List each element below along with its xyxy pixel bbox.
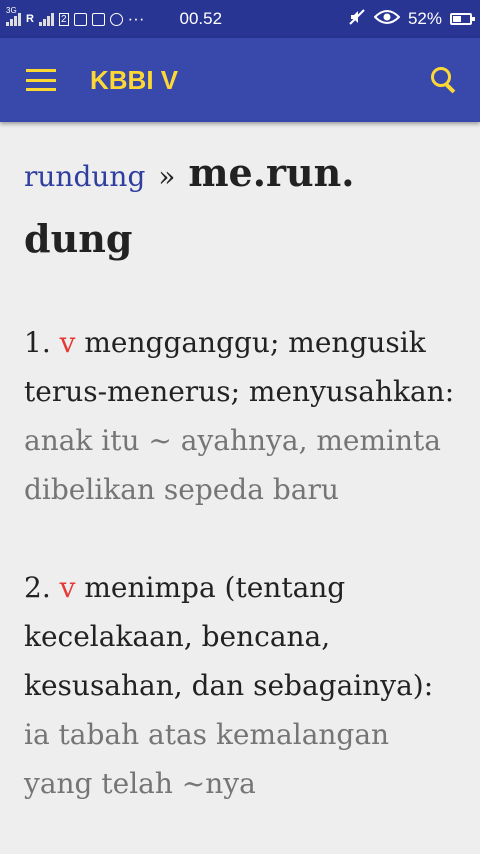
more-notifications-icon: ··· (127, 9, 145, 28)
definition-item: 2. v menimpa (tentang kecelakaan, bencan… (24, 563, 456, 808)
definition-text: mengganggu; mengusik terus-menerus; meny… (24, 326, 455, 408)
mute-icon (348, 8, 366, 31)
entry-heading: rundung » me.run.​dung (24, 142, 456, 274)
sim2-label: 2 (58, 12, 69, 26)
signal-2-icon (38, 12, 54, 26)
image-icon (91, 12, 105, 26)
network-type-label: 3G (6, 6, 17, 15)
app-title: KBBI V (90, 64, 179, 95)
entry-content: rundung » me.run.​dung 1. v mengganggu; … (0, 122, 480, 808)
definition-number: 2. (24, 571, 51, 604)
definition-text: menimpa (tentang kecelakaan, bencana, ke… (24, 571, 434, 702)
battery-icon (450, 13, 475, 25)
battery-percent: 52% (407, 9, 442, 28)
root-word-link[interactable]: rundung (24, 160, 145, 193)
notification-icon (73, 12, 87, 26)
definition-number: 1. (24, 326, 51, 359)
account-icon (109, 12, 123, 26)
part-of-speech[interactable]: v (60, 326, 76, 359)
roaming-label: R (26, 13, 34, 25)
clock: 00.52 (179, 9, 223, 28)
eye-icon (373, 9, 401, 30)
definition-example: ia tabah atas kemalangan yang telah ~nya (24, 718, 390, 800)
status-right: 52% (348, 8, 475, 31)
separator: » (158, 160, 176, 193)
definition-example: anak itu ~ ayahnya, meminta dibelikan se… (24, 424, 441, 506)
signal-icon: 3G (6, 6, 21, 26)
status-bar: 3G R 2 ··· 00.52 52% (0, 0, 480, 38)
part-of-speech[interactable]: v (60, 571, 76, 604)
status-left: 3G R 2 ··· 00.52 (6, 6, 223, 29)
menu-icon[interactable] (26, 69, 56, 91)
search-icon[interactable] (430, 66, 458, 94)
app-bar: KBBI V (0, 38, 480, 122)
definition-item: 1. v mengganggu; mengusik terus-menerus;… (24, 318, 456, 514)
